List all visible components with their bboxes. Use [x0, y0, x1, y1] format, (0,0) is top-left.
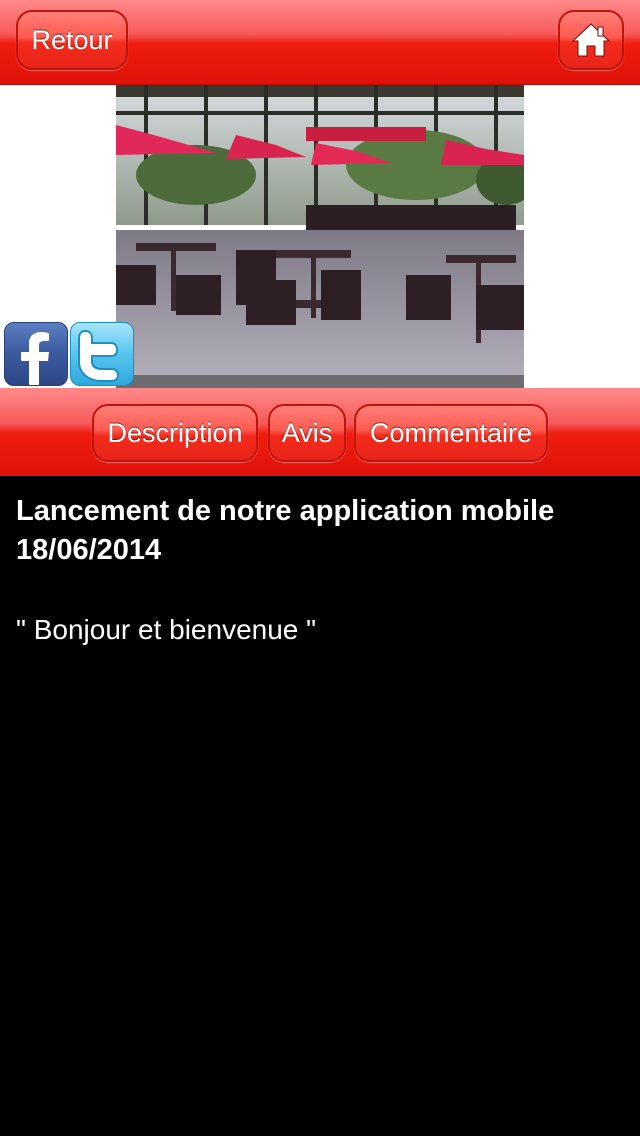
news-title-text: Lancement de notre application mobile: [16, 495, 555, 527]
top-navigation-bar: Retour: [0, 0, 640, 85]
photo-area: [0, 85, 640, 388]
news-title: Lancement de notre application mobile 18…: [16, 492, 624, 570]
home-button[interactable]: [558, 10, 624, 70]
facebook-icon: [21, 332, 49, 385]
home-icon: [571, 23, 611, 57]
tab-description[interactable]: Description: [92, 404, 258, 462]
tab-commentaire[interactable]: Commentaire: [354, 404, 548, 462]
news-date: 18/06/2014: [16, 534, 162, 566]
twitter-button[interactable]: [70, 322, 134, 386]
description-content: Lancement de notre application mobile 18…: [16, 492, 624, 649]
welcome-message: " Bonjour et bienvenue ": [16, 614, 317, 645]
restaurant-photo: [116, 85, 524, 388]
tab-bar: Description Avis Commentaire: [0, 388, 640, 476]
back-button[interactable]: Retour: [16, 10, 128, 70]
twitter-icon: [78, 329, 120, 382]
facebook-button[interactable]: [4, 322, 68, 386]
tab-avis[interactable]: Avis: [268, 404, 346, 462]
